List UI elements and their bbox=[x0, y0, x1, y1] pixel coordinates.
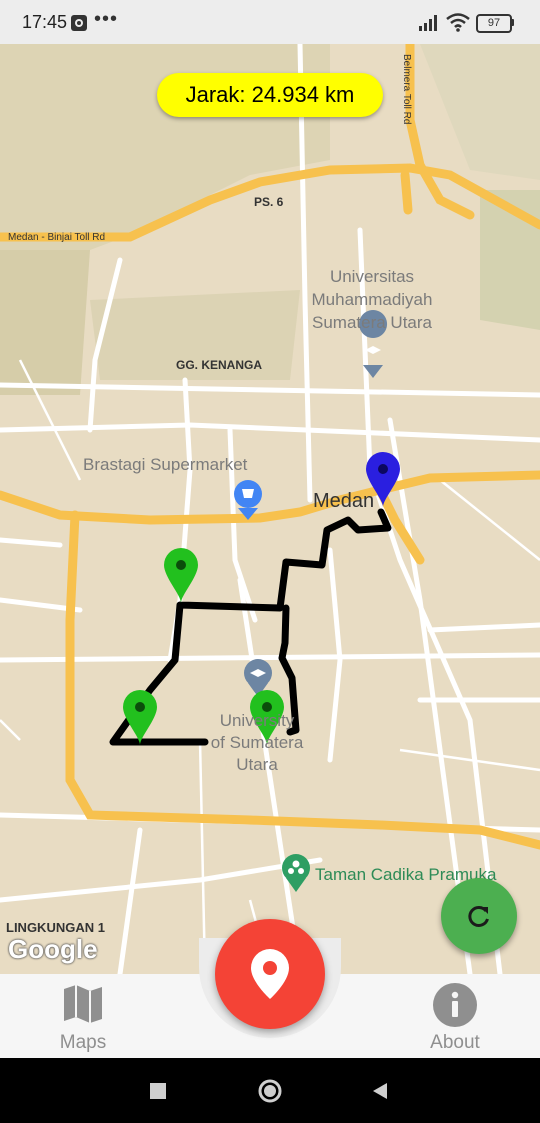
back-icon bbox=[373, 1082, 387, 1099]
area-label: LINGKUNGAN 1 bbox=[6, 920, 105, 935]
nav-label-maps: Maps bbox=[59, 1032, 107, 1053]
poi-usu-line1: University bbox=[220, 711, 295, 730]
recents-button[interactable] bbox=[128, 1058, 188, 1123]
poi-usu-line2: of Sumatera bbox=[211, 733, 304, 752]
wifi-icon bbox=[446, 13, 470, 32]
refresh-icon bbox=[468, 906, 489, 927]
nav-item-maps[interactable]: Maps bbox=[28, 974, 138, 1058]
refresh-button[interactable] bbox=[441, 878, 517, 954]
location-pin-icon bbox=[251, 949, 289, 999]
signal-icon bbox=[419, 15, 437, 31]
distance-text: Jarak: 24.934 km bbox=[185, 82, 355, 107]
road-label-kenanga: GG. KENANGA bbox=[176, 358, 262, 372]
status-bar: 17:45 ••• 97 bbox=[0, 0, 540, 44]
google-logo: Google bbox=[8, 934, 98, 964]
road-label-ps6: PS. 6 bbox=[254, 195, 284, 209]
status-time: 17:45 bbox=[22, 12, 68, 32]
poi-umsu-line2: Muhammadiyah bbox=[312, 290, 433, 309]
info-icon bbox=[433, 983, 477, 1027]
road-label-toll: Medan - Binjai Toll Rd bbox=[8, 232, 105, 243]
poi-brastagi: Brastagi Supermarket bbox=[83, 455, 248, 474]
map-canvas[interactable]: PS. 6 Medan - Binjai Toll Rd Belmera Tol… bbox=[0, 44, 540, 974]
poi-umsu-line3: Sumatera Utara bbox=[312, 313, 433, 332]
poi-usu-line3: Utara bbox=[236, 755, 278, 774]
poi-umsu-line1: Universitas bbox=[330, 267, 414, 286]
road-label-belmera: Belmera Toll Rd bbox=[401, 54, 412, 124]
system-navigation-bar bbox=[0, 1058, 540, 1123]
battery-level: 97 bbox=[487, 17, 501, 29]
nav-item-about[interactable]: About bbox=[400, 974, 510, 1058]
nav-label-about: About bbox=[430, 1032, 480, 1053]
back-button[interactable] bbox=[350, 1058, 410, 1123]
battery-tip bbox=[511, 19, 514, 26]
battery-icon: 97 bbox=[476, 14, 512, 33]
map-view[interactable]: PS. 6 Medan - Binjai Toll Rd Belmera Tol… bbox=[0, 44, 540, 974]
screen-record-icon bbox=[71, 15, 87, 31]
map-icon bbox=[64, 985, 102, 1023]
city-label-medan: Medan bbox=[313, 490, 374, 512]
distance-pill: Jarak: 24.934 km bbox=[157, 73, 383, 117]
recents-icon bbox=[150, 1082, 166, 1099]
home-button[interactable] bbox=[240, 1058, 300, 1123]
home-icon bbox=[258, 1079, 282, 1102]
notification-dots: ••• bbox=[94, 8, 119, 30]
location-button[interactable] bbox=[215, 919, 325, 1029]
